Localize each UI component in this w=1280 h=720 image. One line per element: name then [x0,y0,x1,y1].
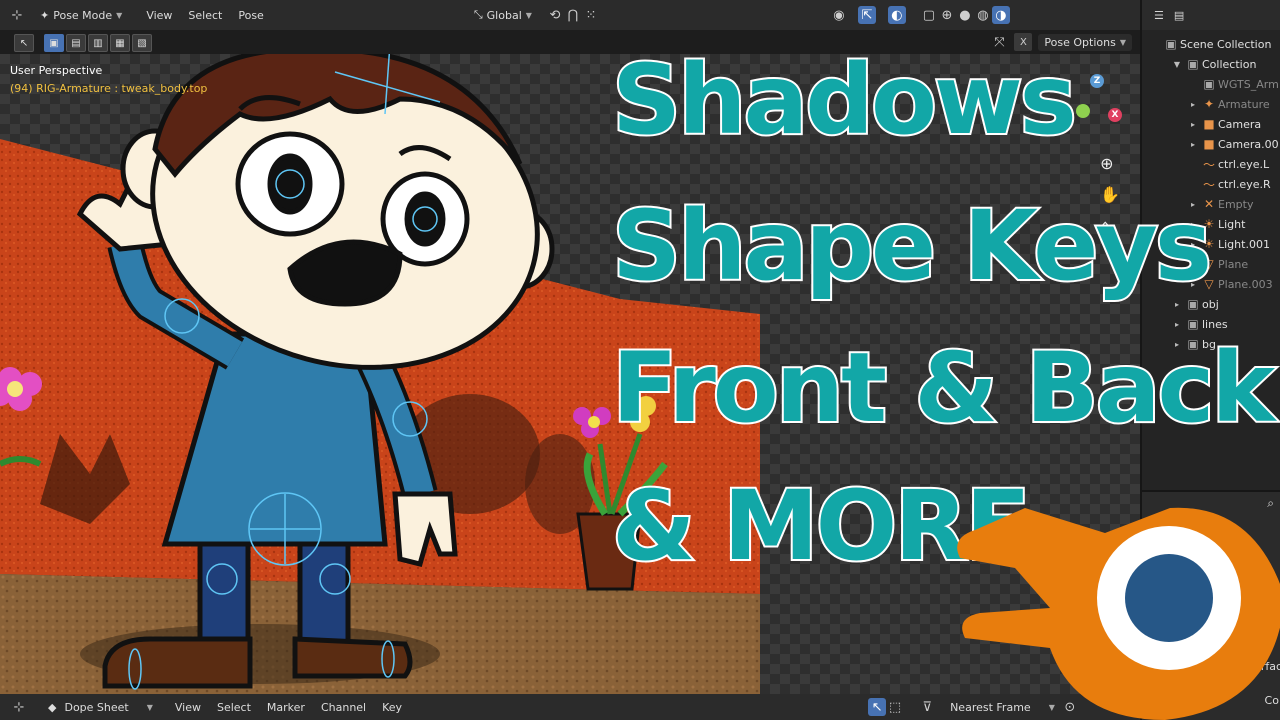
outliner-label: Plane [1218,257,1249,271]
select-cursor-icon[interactable]: ↖ [868,698,887,716]
viewport-info: User Perspective (94) RIG-Armature : twe… [10,64,207,95]
outliner-label: lines [1202,317,1228,331]
curve-icon: 〜 [1202,157,1215,172]
select-intersect-icon[interactable]: ▧ [132,34,152,52]
outliner-header: ☰ ▤ [1142,0,1280,30]
select-extend-icon[interactable]: ▤ [66,34,86,52]
view-perspective-label: User Perspective [10,64,103,77]
menu-channel[interactable]: Channel [313,701,374,714]
outliner-label: ctrl.eye.R [1218,177,1271,191]
pose-mode-icon: ✦ [40,8,50,22]
collection-icon: ▣ [1187,57,1199,71]
gizmo-toggle-icon[interactable]: ⇱ [857,6,876,24]
zoom-icon[interactable]: ⊕ [1100,154,1120,173]
menu-view[interactable]: View [138,9,180,22]
outliner-label: Armature [1218,97,1270,111]
outliner-item[interactable]: ▸ ✦ Armature [1142,94,1280,114]
editor-type-icon[interactable]: ⊹ [8,6,26,24]
pivot-icon[interactable]: ⟲ [546,6,564,24]
mode-label: Pose Mode [53,8,113,22]
outliner-label: ctrl.eye.L [1218,157,1270,171]
outliner-label: Scene Collection [1180,37,1272,51]
chevron-down-icon: ▼ [525,10,532,20]
headline-line-1: Shadows [610,44,1079,156]
transform-orientation-dropdown[interactable]: ⤡ Global ▼ [468,6,538,24]
headline-line-2: Shape Keys [610,190,1214,302]
orientation-label: Global [486,8,522,22]
select-tool-icon[interactable]: ↖ [14,34,34,52]
outliner-label: Plane.003 [1218,277,1273,291]
visibility-icon[interactable]: ◉ [830,6,848,24]
shading-material-icon[interactable]: ◍ [974,6,992,24]
headline-line-3: Front & Back [610,332,1277,444]
collection-icon: ▣ [1187,317,1199,331]
outliner-scene-collection[interactable]: ▣ Scene Collection [1142,34,1280,54]
filter-icon[interactable]: ⊽ [918,698,936,716]
collection-icon: ▣ [1203,77,1215,91]
outliner-label: Light.001 [1218,237,1270,251]
viewport-header: ⊹ ✦ Pose Mode ▼ View Select Pose ⤡ Globa… [0,0,1140,30]
shading-solid-icon[interactable]: ● [956,6,974,24]
outliner-item[interactable]: ▸ ■ Camera [1142,114,1280,134]
box-select-icon[interactable]: ⬚ [886,698,904,716]
shading-rendered-icon[interactable]: ◑ [991,6,1010,24]
select-subtract-icon[interactable]: ▥ [88,34,108,52]
outliner-item[interactable]: ▸ ▣ lines [1142,314,1280,334]
menu-marker[interactable]: Marker [259,701,313,714]
menu-select[interactable]: Select [209,701,259,714]
blender-logo [957,507,1280,720]
mode-dropdown[interactable]: ✦ Pose Mode ▼ [34,7,128,24]
chevron-down-icon: ▼ [116,10,123,20]
shading-wireframe-icon[interactable]: ⊕ [938,6,956,24]
editor-type-icon[interactable]: ⊹ [10,698,28,716]
collection-icon: ▣ [1165,37,1177,51]
menu-view[interactable]: View [167,701,209,714]
menu-key[interactable]: Key [374,701,410,714]
expand-arrow-icon[interactable]: ▼ [1170,60,1184,69]
select-new-icon[interactable]: ▣ [44,34,64,52]
xray-icon[interactable]: ▢ [920,6,938,24]
orientation-icon: ⤡ [473,8,483,21]
select-invert-icon[interactable]: ▦ [110,34,130,52]
outliner-label: WGTS_Arm [1218,77,1279,91]
editor-label: Dope Sheet [64,700,129,714]
menu-pose[interactable]: Pose [230,9,271,22]
gizmo-z-axis[interactable]: Z [1090,74,1104,88]
outliner-label: Collection [1202,57,1257,71]
snap-magnet-icon[interactable]: ⋂ [564,6,582,24]
outliner-label: Camera [1218,117,1262,131]
outliner-label: Light [1218,217,1246,231]
outliner-collection[interactable]: ▼ ▣ Collection [1142,54,1280,74]
menu-select[interactable]: Select [180,9,230,22]
dope-sheet-icon: ◆ [48,700,57,714]
armature-icon: ✦ [1203,97,1215,111]
outliner-label: Empty [1218,197,1254,211]
navigation-gizmo[interactable]: Z X [1068,64,1128,144]
active-object-label: (94) RIG-Armature : tweak_body.top [10,82,208,95]
editor-type-icon[interactable]: ☰ [1154,9,1164,22]
editor-dropdown[interactable]: ◆ Dope Sheet ▼ [42,699,159,716]
camera-icon: ■ [1203,137,1215,151]
chevron-down-icon: ▼ [1119,37,1126,47]
chevron-down-icon: ▼ [146,702,153,712]
gizmo-y-axis[interactable] [1076,104,1090,118]
gizmo-x-axis[interactable]: X [1108,108,1122,122]
display-mode-icon[interactable]: ▤ [1174,9,1184,22]
outliner-item[interactable]: ▸ ■ Camera.00 [1142,134,1280,154]
camera-icon: ■ [1203,117,1215,131]
outliner-label: Camera.00 [1218,137,1279,151]
select-mode-group: ↖ ▣ ▤ ▥ ▦ ▧ [14,34,152,52]
overlay-toggle-icon[interactable]: ◐ [887,6,906,24]
snap-grid-icon[interactable]: ⁙ [582,6,600,24]
outliner-item[interactable]: 〜 ctrl.eye.L [1142,154,1280,174]
outliner-item[interactable]: ▣ WGTS_Arm [1142,74,1280,94]
